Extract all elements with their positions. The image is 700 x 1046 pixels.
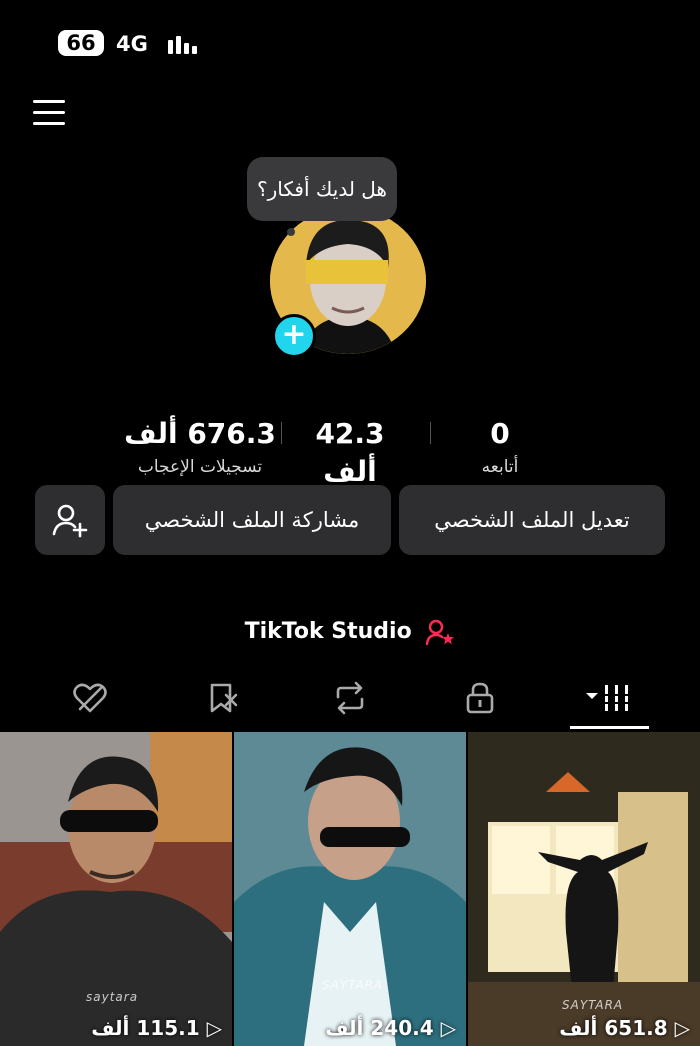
battery-indicator: 66 (58, 30, 104, 56)
video-view-count: ▷ 115.1 ألف (91, 1016, 222, 1040)
video-watermark: SAYTARA (322, 978, 384, 992)
view-count-text: 651.8 ألف (559, 1016, 668, 1040)
tab-videos[interactable] (570, 668, 650, 728)
status-bar: 66 4G (0, 0, 700, 88)
stat-value: 0 (490, 417, 510, 450)
video-watermark: saytara (86, 990, 139, 1004)
studio-creator-icon (426, 619, 455, 646)
network-type: 4G (116, 32, 148, 56)
video-watermark: SAYTARA (562, 998, 624, 1012)
stat-label: تسجيلات الإعجاب (137, 457, 263, 477)
stat-value: 42.3 ألف (315, 417, 385, 488)
active-tab-indicator (570, 726, 649, 729)
tab-reposts[interactable] (310, 668, 390, 728)
stat-value: 676.3 ألف (124, 417, 276, 450)
video-thumbnail[interactable]: SAYTARA ▷ 651.8 ألف (468, 732, 700, 1046)
repost-icon (336, 681, 364, 715)
video-view-count: ▷ 651.8 ألف (559, 1016, 690, 1040)
favorites-icon (210, 683, 238, 713)
videos-grid-icon (586, 685, 631, 711)
thought-bubble[interactable]: هل لديك أفكار؟ (247, 157, 397, 221)
edit-profile-button[interactable]: تعديل الملف الشخصي (399, 485, 665, 555)
tab-liked[interactable] (50, 668, 130, 728)
video-grid: saytara ▷ 115.1 ألف SAYTARA ▷ 240.4 ألف (0, 732, 700, 1046)
video-view-count: ▷ 240.4 ألف (325, 1016, 456, 1040)
stat-likes[interactable]: 676.3 ألف تسجيلات الإعجاب (120, 415, 280, 481)
share-profile-button[interactable]: مشاركة الملف الشخصي (113, 485, 391, 555)
stat-divider (281, 422, 282, 444)
add-user-icon (52, 504, 88, 538)
menu-icon[interactable] (33, 100, 65, 126)
play-icon: ▷ (674, 1016, 690, 1040)
stat-following[interactable]: 0 أتابعه (445, 415, 555, 481)
play-icon: ▷ (440, 1016, 456, 1040)
video-thumbnail[interactable]: SAYTARA ▷ 240.4 ألف (234, 732, 466, 1046)
stat-divider (430, 422, 431, 444)
profile-stats: 676.3 ألف تسجيلات الإعجاب 42.3 ألف متابع… (0, 415, 700, 515)
view-count-text: 115.1 ألف (91, 1016, 200, 1040)
tab-favorites[interactable] (183, 668, 263, 728)
liked-videos-icon (73, 683, 107, 713)
thought-bubble-tail (287, 228, 295, 236)
private-lock-icon (466, 682, 494, 714)
play-icon: ▷ (206, 1016, 222, 1040)
view-count-text: 240.4 ألف (325, 1016, 434, 1040)
stat-label: أتابعه (481, 457, 519, 477)
tiktok-studio-link[interactable]: TikTok Studio (0, 616, 700, 648)
add-friend-button[interactable] (35, 485, 105, 555)
add-avatar-plus-icon[interactable]: + (272, 314, 316, 358)
studio-label: TikTok Studio (244, 619, 412, 644)
tab-private[interactable] (440, 668, 520, 728)
video-thumbnail[interactable]: saytara ▷ 115.1 ألف (0, 732, 232, 1046)
signal-icon (168, 34, 198, 54)
profile-tabs (0, 668, 700, 732)
